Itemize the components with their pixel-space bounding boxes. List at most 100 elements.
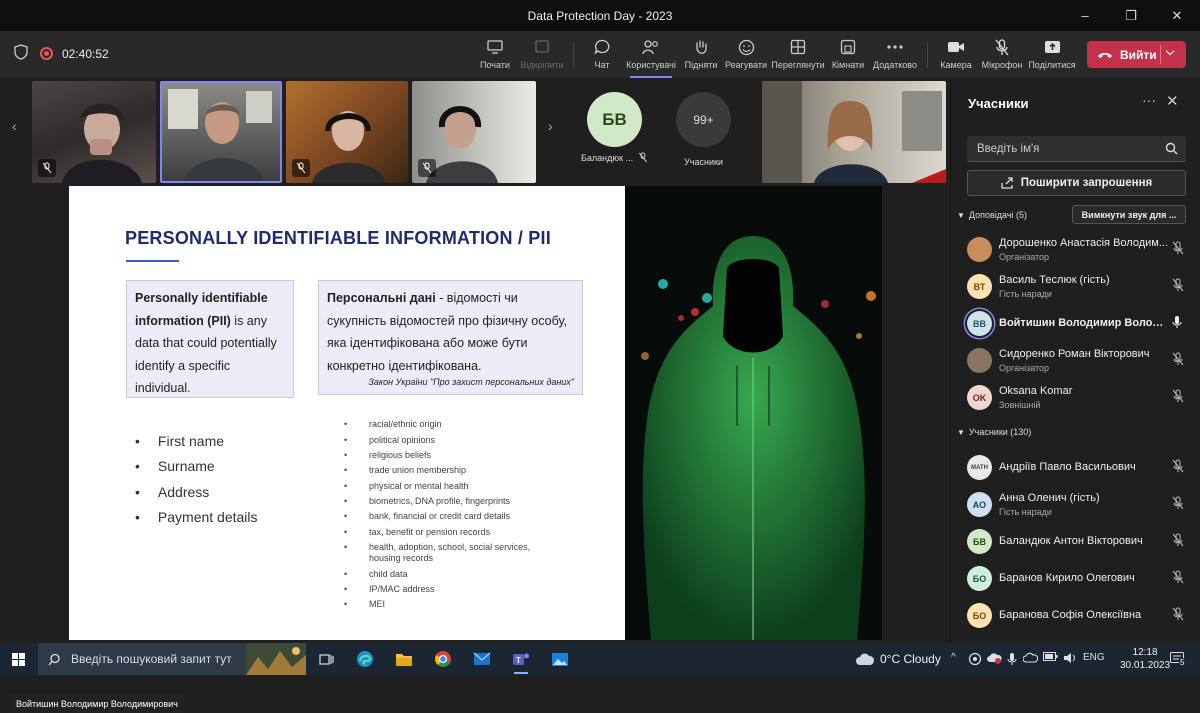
view-button[interactable]: Переглянути xyxy=(771,37,825,70)
presenters-section-toggle[interactable]: ▼ Доповідачі (5) xyxy=(957,210,1027,220)
list-item: racial/ethnic origin xyxy=(344,417,564,432)
cloud-sync-icon[interactable] xyxy=(1023,652,1038,663)
participant-row[interactable]: Дорошенко Анастасія Володим... Організато… xyxy=(951,232,1200,267)
participant-row[interactable]: БО Баранова Софія Олексіївна xyxy=(951,598,1200,633)
video-tile[interactable] xyxy=(286,81,408,183)
search-input[interactable]: Введіть ім'я xyxy=(967,136,1186,162)
onedrive-alert-icon[interactable] xyxy=(987,652,1002,664)
avatar: MATH xyxy=(967,455,992,480)
mic-off-icon xyxy=(418,159,436,177)
list-item: physical or mental health xyxy=(344,479,564,494)
share-link-icon xyxy=(1001,177,1013,189)
toolbar-divider xyxy=(573,42,574,68)
participant-row[interactable]: Сидоренко Роман Вікторович Організатор xyxy=(951,343,1200,378)
share-content-button[interactable]: Поділитися xyxy=(1027,37,1077,70)
notifications-icon[interactable]: 5 xyxy=(1170,652,1186,670)
participant-row[interactable]: БВ Баландюк Антон Вікторович xyxy=(951,524,1200,559)
taskbar-search-input[interactable]: Введіть пошуковий запит тут xyxy=(38,643,306,675)
chevron-right-icon[interactable]: › xyxy=(548,118,553,134)
attendees-section-toggle[interactable]: ▼ Учасники (130) xyxy=(957,427,1031,437)
mute-all-button[interactable]: Вимкнути звук для ... xyxy=(1072,205,1186,224)
participant-name: Дорошенко Анастасія Володим... xyxy=(999,237,1168,249)
chat-button[interactable]: Чат xyxy=(577,37,627,70)
share-screen-icon xyxy=(485,37,505,57)
weather-widget[interactable]: 0°C Cloudy xyxy=(855,652,941,666)
avatar: OK xyxy=(967,385,992,410)
participant-avatar-tile[interactable]: БВ Баландюк ... xyxy=(581,92,648,163)
avatar xyxy=(967,348,992,373)
react-button[interactable]: Реагувати xyxy=(721,37,771,70)
battery-icon[interactable] xyxy=(1043,652,1058,661)
list-item: child data xyxy=(344,566,564,581)
microphone-tray-icon[interactable] xyxy=(1007,652,1017,666)
more-participants-tile[interactable]: 99+ Учасники xyxy=(676,92,731,167)
participant-row[interactable]: OK Oksana Komar Зовнішній xyxy=(951,380,1200,415)
minimize-button[interactable]: – xyxy=(1062,0,1108,31)
participant-row[interactable]: MATH Андріїв Павло Васильович xyxy=(951,450,1200,485)
raise-hand-button[interactable]: Підняти xyxy=(676,37,726,70)
chevron-up-icon[interactable]: ^ xyxy=(951,652,956,663)
participant-name: Баландюк ... xyxy=(581,152,634,163)
title-underline xyxy=(126,260,179,262)
edge-browser-icon[interactable] xyxy=(352,647,378,671)
participant-row[interactable]: ВВ Войтишин Володимир Володи... xyxy=(951,306,1200,341)
video-tile[interactable] xyxy=(32,81,156,183)
teams-icon[interactable]: T xyxy=(508,647,534,674)
video-tile-selected[interactable] xyxy=(160,81,282,183)
mail-icon[interactable] xyxy=(469,647,495,671)
participant-row[interactable]: ВТ Василь Теслюк (гість) Гість наради xyxy=(951,269,1200,304)
window-controls: – ❐ ✕ xyxy=(1062,0,1200,31)
participant-row[interactable]: БО Баранов Кирило Олегович xyxy=(951,561,1200,596)
close-icon[interactable]: ✕ xyxy=(1166,92,1179,110)
participant-row[interactable]: АО Анна Оленич (гість) Гість наради xyxy=(951,487,1200,522)
camera-button[interactable]: Камера xyxy=(931,37,981,70)
maximize-button[interactable]: ❐ xyxy=(1108,0,1154,31)
participant-name: Василь Теслюк (гість) xyxy=(999,274,1110,286)
avatar: БВ xyxy=(587,92,643,147)
network-settings-icon[interactable] xyxy=(968,652,982,666)
share-invite-button[interactable]: Поширити запрошення xyxy=(967,170,1186,196)
more-options-icon[interactable]: ··· xyxy=(1142,92,1156,108)
list-item: religious beliefs xyxy=(344,448,564,463)
participant-video xyxy=(168,89,272,183)
chrome-browser-icon[interactable] xyxy=(430,647,456,671)
list-item: tax, benefit or pension records xyxy=(344,525,564,540)
list-item: Surname xyxy=(135,454,258,480)
chevron-down-icon[interactable]: ⌵ xyxy=(1166,46,1174,59)
participant-name: Баранова Софія Олексіївна xyxy=(999,609,1142,621)
video-tile-presenter[interactable] xyxy=(762,81,946,183)
windows-start-icon[interactable] xyxy=(12,653,25,666)
unpin-button[interactable]: Відкріпити xyxy=(517,37,567,70)
avatar: БО xyxy=(967,566,992,591)
law-reference: Закон України "Про захист персональних д… xyxy=(368,377,574,387)
input-language[interactable]: ENG xyxy=(1083,652,1105,663)
file-explorer-icon[interactable] xyxy=(391,647,417,671)
list-item: Payment details xyxy=(135,505,258,531)
more-participants-label: Учасники xyxy=(684,157,723,167)
chevron-left-icon[interactable]: ‹ xyxy=(12,118,17,134)
more-count: 99+ xyxy=(676,92,731,147)
window-titlebar: Data Protection Day - 2023 – ❐ ✕ xyxy=(0,0,1200,31)
system-clock[interactable]: 12:18 30.01.2023 xyxy=(1120,646,1170,672)
mic-off-icon xyxy=(1172,570,1184,589)
people-icon xyxy=(641,37,661,57)
start-share-button[interactable]: Почати xyxy=(470,37,520,70)
share-icon xyxy=(1042,37,1062,57)
sensitive-pii-list: racial/ethnic origin political opinions … xyxy=(344,417,564,613)
close-window-button[interactable]: ✕ xyxy=(1154,0,1200,31)
video-tile[interactable] xyxy=(412,81,536,183)
people-button[interactable]: Користувачі xyxy=(626,37,676,78)
avatar xyxy=(967,237,992,262)
volume-icon[interactable] xyxy=(1063,652,1076,664)
rooms-button[interactable]: Кімнати xyxy=(823,37,873,70)
participant-name: Oksana Komar xyxy=(999,385,1073,397)
task-view-icon[interactable] xyxy=(313,647,339,671)
chat-icon xyxy=(592,37,612,57)
microphone-button[interactable]: Мікрофон xyxy=(977,37,1027,70)
search-icon xyxy=(48,653,60,665)
more-button[interactable]: Додатково xyxy=(870,37,920,70)
participant-role: Організатор xyxy=(999,363,1050,373)
shared-slide: PERSONALLY IDENTIFIABLE INFORMATION / PI… xyxy=(69,186,625,640)
leave-button[interactable]: Вийти ⌵ xyxy=(1087,41,1186,68)
photos-icon[interactable] xyxy=(547,647,573,671)
